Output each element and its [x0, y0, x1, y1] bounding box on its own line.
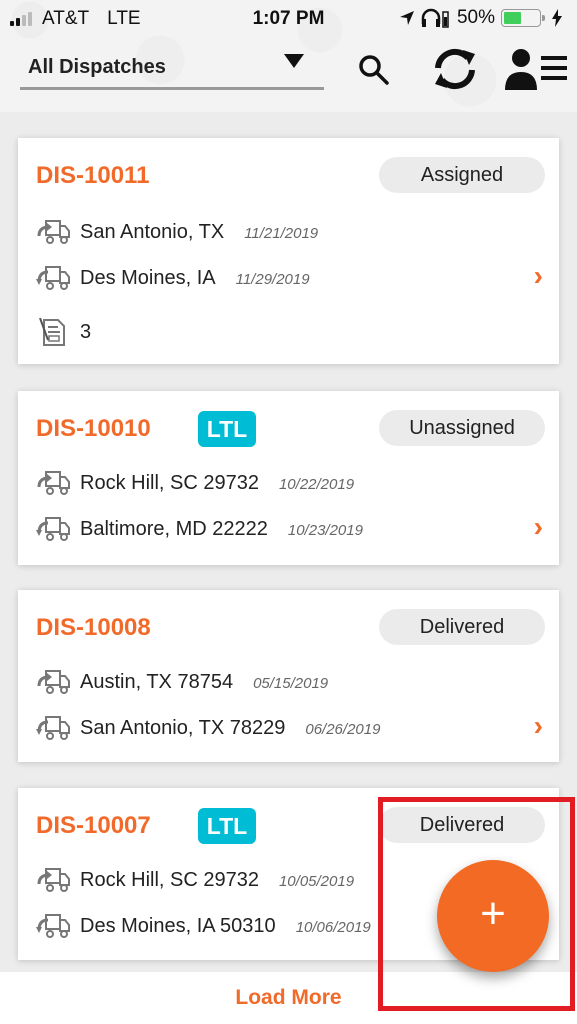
- origin-row: Austin, TX 78754 05/15/2019: [36, 666, 328, 698]
- chevron-right-icon[interactable]: ›: [534, 710, 543, 742]
- destination-date: 11/29/2019: [235, 271, 310, 288]
- dispatch-card[interactable]: DIS-10011 Assigned San Antonio, TX 11/21…: [18, 138, 559, 364]
- destination-row: Baltimore, MD 22222 10/23/2019: [36, 513, 363, 545]
- location-arrow-icon: [399, 11, 414, 25]
- document-count: 3: [80, 320, 92, 343]
- documents-row: 3: [36, 316, 91, 348]
- app-header: AT&T LTE 1:07 PM 50% All Dispatches: [0, 0, 577, 112]
- pickup-truck-icon: [36, 668, 72, 696]
- status-badge: Delivered: [379, 609, 545, 645]
- status-right: 50%: [399, 7, 563, 29]
- battery-percent: 50%: [456, 7, 495, 28]
- destination-date: 10/06/2019: [295, 919, 371, 936]
- status-badge: Assigned: [379, 157, 545, 193]
- battery-icon: [501, 9, 545, 27]
- origin-date: 05/15/2019: [253, 675, 329, 692]
- headphones-battery-icon: [421, 8, 449, 28]
- dispatch-id: DIS-10008: [36, 614, 151, 641]
- refresh-icon[interactable]: [428, 46, 482, 92]
- battery-fill: [504, 12, 521, 24]
- dispatch-filter-label: All Dispatches: [28, 56, 166, 78]
- delivery-truck-icon: [36, 912, 72, 940]
- destination-city: Des Moines, IA: [80, 266, 216, 289]
- dropdown-caret-icon: [284, 54, 304, 68]
- dispatch-id: DIS-10010: [36, 415, 151, 442]
- destination-date: 10/23/2019: [287, 522, 363, 539]
- dispatch-card[interactable]: DIS-10008 Delivered Austin, TX 78754 05/…: [18, 590, 559, 762]
- status-badge: Delivered: [379, 807, 545, 843]
- origin-date: 10/22/2019: [278, 476, 355, 493]
- destination-city: Baltimore, MD 22222: [80, 517, 268, 540]
- destination-row: San Antonio, TX 78229 06/26/2019: [36, 712, 380, 744]
- origin-row: San Antonio, TX 11/21/2019: [36, 216, 318, 248]
- origin-city: Rock Hill, SC 29732: [80, 471, 259, 494]
- ltl-badge: LTL: [198, 411, 256, 447]
- dispatch-card[interactable]: DIS-10010 LTL Unassigned Rock Hill, SC 2…: [18, 391, 559, 565]
- status-bar: AT&T LTE 1:07 PM 50%: [0, 0, 577, 38]
- dispatch-id: DIS-10007: [36, 812, 151, 839]
- delivery-truck-icon: [36, 264, 72, 292]
- pickup-truck-icon: [36, 866, 72, 894]
- pickup-truck-icon: [36, 469, 72, 497]
- dispatch-id: DIS-10011: [36, 162, 150, 189]
- origin-city: Austin, TX 78754: [80, 670, 234, 693]
- origin-city: San Antonio, TX: [80, 220, 225, 243]
- dispatch-filter-dropdown[interactable]: All Dispatches: [20, 50, 324, 90]
- add-dispatch-button[interactable]: +: [437, 860, 549, 972]
- load-more-button[interactable]: Load More: [0, 986, 577, 1010]
- destination-row: Des Moines, IA 50310 10/06/2019: [36, 910, 371, 942]
- origin-row: Rock Hill, SC 29732 10/05/2019: [36, 864, 354, 896]
- origin-date: 10/05/2019: [278, 873, 355, 890]
- destination-date: 06/26/2019: [305, 721, 381, 738]
- destination-city: San Antonio, TX 78229: [80, 716, 286, 739]
- delivery-truck-icon: [36, 714, 72, 742]
- origin-date: 11/21/2019: [244, 225, 319, 242]
- origin-row: Rock Hill, SC 29732 10/22/2019: [36, 467, 354, 499]
- delivery-truck-icon: [36, 515, 72, 543]
- destination-row: Des Moines, IA 11/29/2019: [36, 262, 310, 294]
- chevron-right-icon[interactable]: ›: [534, 260, 543, 292]
- status-badge: Unassigned: [379, 410, 545, 446]
- chevron-right-icon[interactable]: ›: [534, 511, 543, 543]
- charging-bolt-icon: [552, 9, 562, 27]
- ltl-badge: LTL: [198, 808, 256, 844]
- user-menu-icon[interactable]: [503, 46, 571, 92]
- document-icon: [36, 318, 72, 346]
- destination-city: Des Moines, IA 50310: [80, 914, 276, 937]
- search-icon[interactable]: [356, 52, 392, 88]
- pickup-truck-icon: [36, 218, 72, 246]
- plus-icon: +: [480, 889, 506, 938]
- origin-city: Rock Hill, SC 29732: [80, 868, 259, 891]
